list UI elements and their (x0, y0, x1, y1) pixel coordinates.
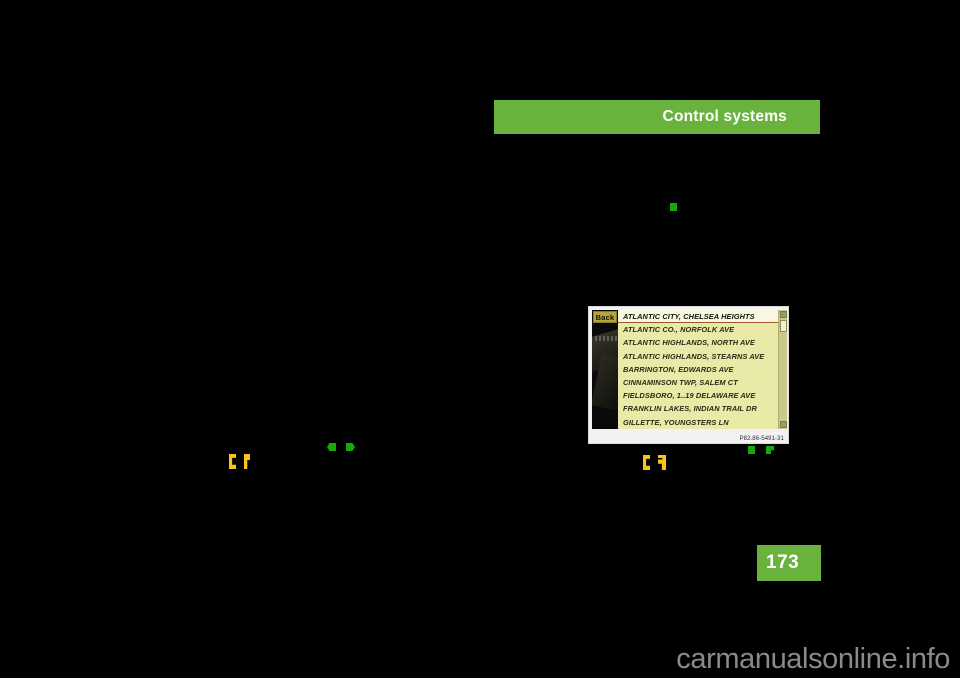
list-item[interactable]: CINNAMINSON TWP, SALEM CT (618, 376, 778, 389)
scrollbar-thumb[interactable] (780, 320, 787, 332)
list-item[interactable]: BARRINGTON, EDWARDS AVE (618, 363, 778, 376)
list-item[interactable]: FIELDSBORO, 1..19 DELAWARE AVE (618, 389, 778, 402)
green-pointer-right-icon (346, 443, 355, 451)
map-scale-ticks (595, 336, 617, 341)
yellow-bracket-right-icon (244, 454, 250, 469)
map-thumbnail: Back (592, 310, 618, 429)
list-item[interactable]: FRANKLIN LAKES, INDIAN TRAIL DR (618, 402, 778, 415)
list-item[interactable]: ATLANTIC CO., NORFOLK AVE (618, 323, 778, 336)
list-scrollbar[interactable] (778, 310, 787, 429)
page-number: 173 (766, 552, 800, 573)
green-square-marker-pair-right (748, 446, 774, 454)
green-flag-icon (766, 446, 774, 454)
figure-caption: P82.86-5491-31 (739, 436, 784, 442)
back-button[interactable]: Back (593, 311, 617, 323)
yellow-bracket-right-icon (658, 455, 666, 470)
list-item[interactable]: ATLANTIC HIGHLANDS, NORTH AVE (618, 336, 778, 349)
yellow-bracket-left-icon (229, 454, 236, 469)
green-pointer-left-icon (327, 443, 336, 451)
scroll-up-arrow-icon[interactable] (780, 311, 787, 318)
yellow-bracket-left-icon (643, 455, 650, 470)
green-square-icon (748, 446, 755, 454)
section-header-bar: Control systems (494, 100, 820, 134)
list-item[interactable]: GILLETTE, YOUNGSTERS LN (618, 416, 778, 429)
navigation-screen: Back ATLANTIC CITY, CHELSEA HEIGHTS ATLA… (592, 310, 787, 429)
destination-list[interactable]: ATLANTIC CITY, CHELSEA HEIGHTS ATLANTIC … (618, 310, 778, 429)
yellow-bracket-marker-pair-left (229, 454, 250, 469)
list-item-selected[interactable]: ATLANTIC CITY, CHELSEA HEIGHTS (618, 310, 778, 324)
green-square-marker-top (670, 203, 677, 211)
watermark: carmanualsonline.info (0, 641, 960, 678)
list-item[interactable]: ATLANTIC HIGHLANDS, STEARNS AVE (618, 350, 778, 363)
green-square-icon (670, 203, 677, 211)
navigation-screen-figure: Back ATLANTIC CITY, CHELSEA HEIGHTS ATLA… (588, 306, 789, 444)
green-pointer-marker-pair (327, 443, 355, 451)
yellow-bracket-marker-pair-right (643, 455, 666, 470)
section-title: Control systems (662, 108, 787, 125)
watermark-text: carmanualsonline.info (676, 643, 950, 675)
page-number-badge: 173 (757, 545, 821, 581)
scroll-down-arrow-icon[interactable] (780, 421, 787, 428)
